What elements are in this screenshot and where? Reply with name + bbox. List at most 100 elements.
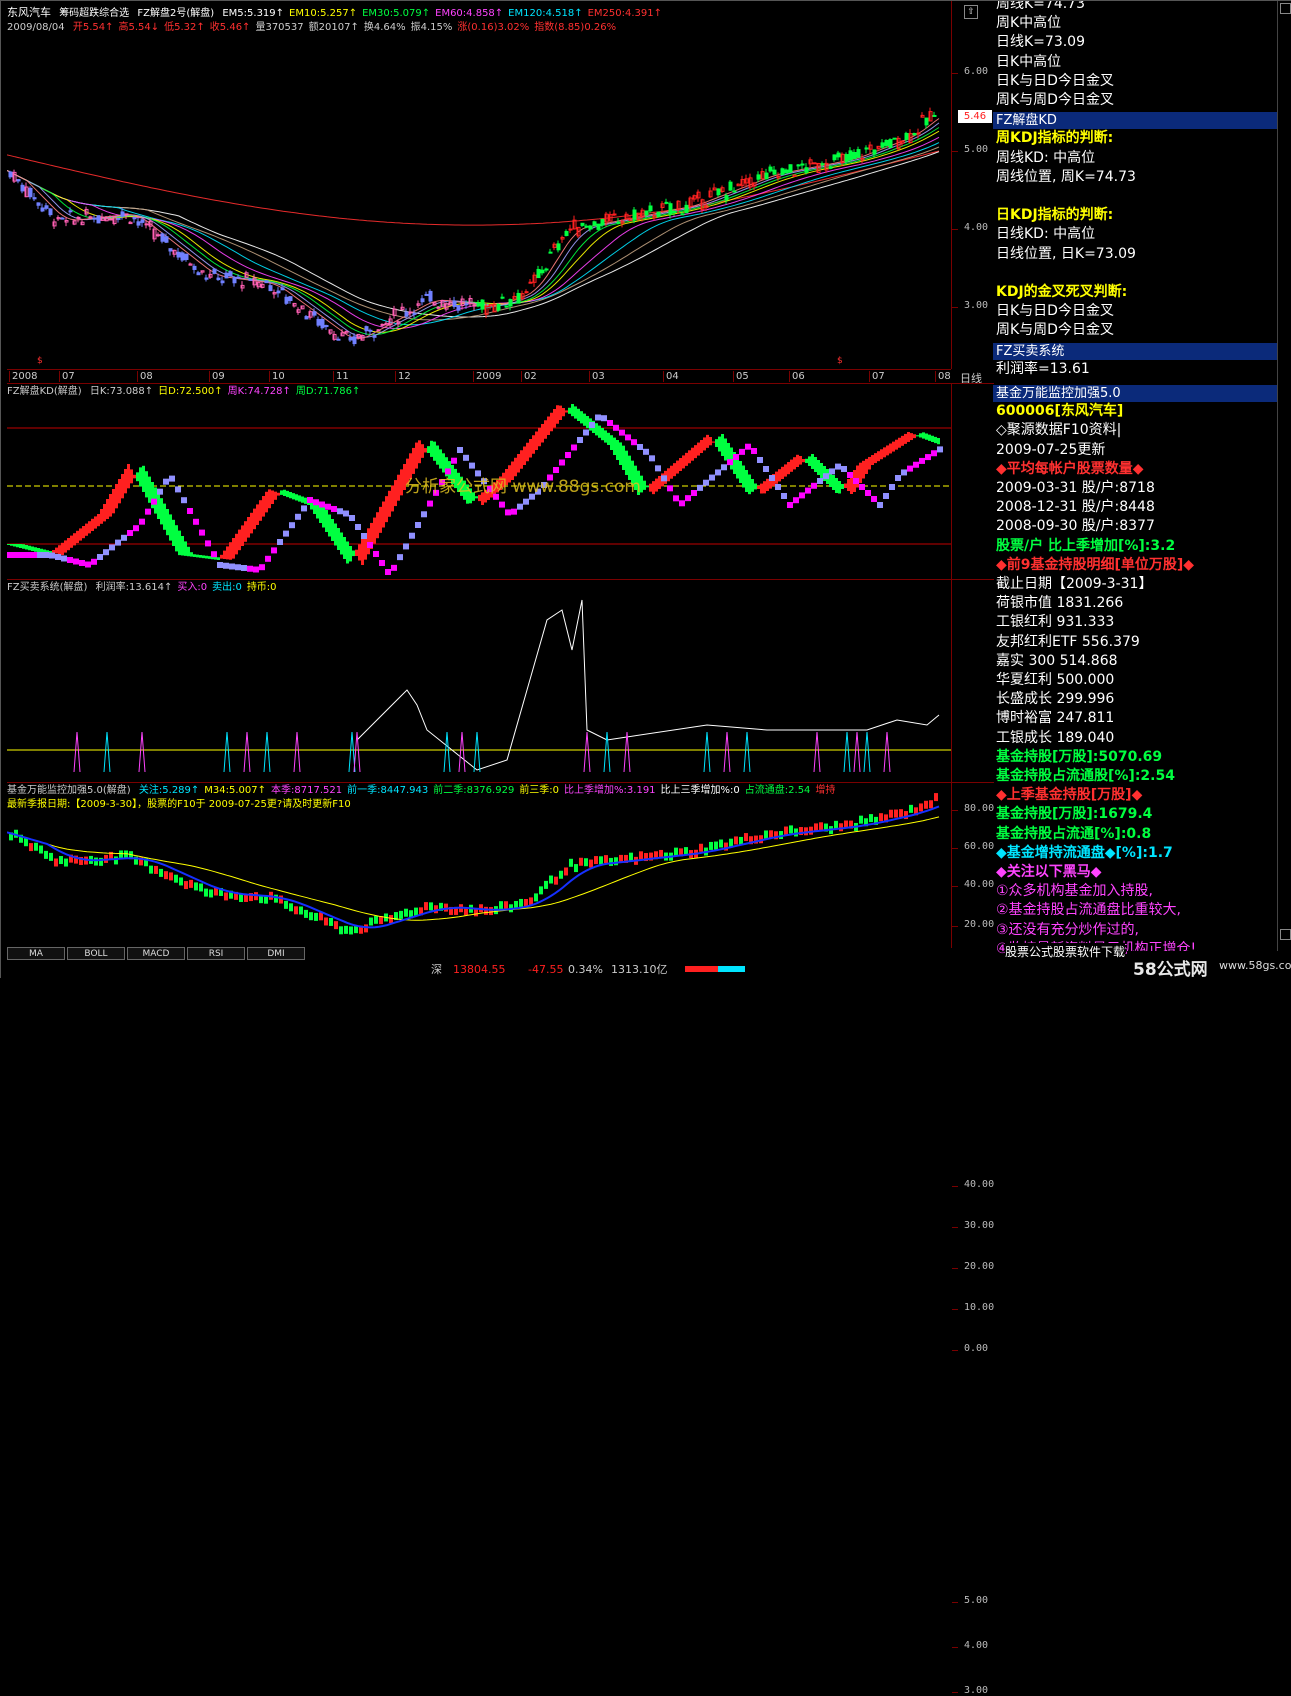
week-kd-block <box>775 484 781 490</box>
fund-candle <box>539 886 543 895</box>
fund-candle <box>309 912 313 921</box>
axis-tick <box>952 1647 958 1648</box>
section-header-trade[interactable]: FZ买卖系统 <box>993 342 1277 360</box>
candle <box>684 204 689 214</box>
kd-band <box>526 442 529 462</box>
signal-spike <box>853 731 861 773</box>
candle <box>556 243 561 251</box>
info-line: 截止日期【2009-3-31】 <box>996 576 1153 592</box>
candle <box>96 215 101 224</box>
scroll-up-icon[interactable] <box>1280 3 1291 14</box>
fund-candle <box>564 867 568 876</box>
kd-band <box>613 437 616 455</box>
kd-band <box>244 521 247 542</box>
kd-band <box>358 544 361 561</box>
week-kd-block <box>109 544 115 551</box>
info-panel[interactable]: 周线K=74.73 周K中高位 日线K=73.09 日K中高位 日K与日D今日金叉 周K与… <box>993 1 1277 961</box>
fund-candle <box>909 804 913 813</box>
kd-band <box>712 441 715 443</box>
candle <box>196 272 201 276</box>
fund-candle <box>399 910 403 919</box>
date-axis-label: 02 <box>521 371 537 382</box>
candle <box>348 337 353 341</box>
kd-band <box>814 457 817 472</box>
fund-candle <box>429 902 433 911</box>
info-line: ◇聚源数据F10资料| <box>996 422 1122 439</box>
signal-spike <box>138 731 146 773</box>
kd-band <box>787 462 790 475</box>
kd-band <box>652 481 655 495</box>
candle <box>224 272 229 279</box>
fund-candle <box>699 843 703 852</box>
fund-candle <box>594 856 598 865</box>
week-kd-block <box>769 475 775 481</box>
kd-band <box>796 454 799 467</box>
signal-spike <box>293 731 301 773</box>
index-change: -47.55 <box>528 963 564 976</box>
kd-band <box>82 526 85 539</box>
fund-candle <box>674 847 678 856</box>
candle <box>248 278 253 281</box>
week-kd-block <box>235 564 241 571</box>
week-kd-block <box>145 508 151 515</box>
tab-ma[interactable]: MA <box>7 947 65 960</box>
candle <box>168 248 173 252</box>
candle <box>836 152 841 158</box>
main-price-panel[interactable]: 东风汽车 筹码超跌综合选 FZ解盘2号(解盘) EM5:5.319↑ EM10:5… <box>7 1 951 369</box>
week-kd-block <box>271 547 277 554</box>
kd-band <box>277 492 280 496</box>
candle <box>924 117 929 126</box>
week-kd-block <box>511 508 517 515</box>
kd-panel[interactable]: FZ解盘KD(解盘) 日K:73.088↑ 日D:72.500↑ 周K:74.728… <box>7 383 951 580</box>
fund-candle <box>794 828 798 837</box>
candle <box>368 329 373 332</box>
candle <box>204 277 209 280</box>
candle <box>544 268 549 271</box>
fund-candle <box>374 915 378 924</box>
kd-band <box>568 407 571 414</box>
section-header-kd[interactable]: FZ解盘KD <box>993 112 1277 130</box>
info-line: 周K与周D今日金叉 <box>996 92 1114 108</box>
info-line: 2008-09-30 股/户:8377 <box>996 518 1155 535</box>
fund-candle <box>484 906 488 915</box>
kd-band <box>517 454 520 473</box>
fund-candle <box>609 857 613 866</box>
week-kd-block <box>223 562 229 569</box>
week-kd-block <box>559 459 565 466</box>
kd-band <box>598 425 601 438</box>
tab-macd[interactable]: MACD <box>127 947 185 960</box>
candle <box>136 221 141 226</box>
tab-rsi[interactable]: RSI <box>187 947 245 960</box>
week-kd-block <box>661 475 667 482</box>
scroll-up-icon[interactable]: ⇧ <box>964 5 978 19</box>
week-kd-block <box>625 434 631 441</box>
tab-boll[interactable]: BOLL <box>67 947 125 960</box>
kd-band <box>931 435 934 442</box>
info-line: 股票/户 比上季增加[%]:3.2 <box>996 537 1176 554</box>
candle <box>472 304 477 307</box>
date-axis-label: 11 <box>333 371 349 382</box>
fund-candle <box>574 864 578 873</box>
kd-band <box>64 540 67 553</box>
scroll-down-icon[interactable] <box>1280 929 1291 940</box>
info-line: 基金持股[万股]:5070.69 <box>996 748 1163 765</box>
section-header-fund[interactable]: 基金万能监控加强5.0 <box>993 385 1277 402</box>
kd-band <box>898 437 901 448</box>
candle <box>36 202 41 206</box>
week-kd-block <box>289 522 295 529</box>
trade-system-panel[interactable]: FZ买卖系统(解盘) 利润率:13.614↑ 买入:0 卖出:0 持币:0 <box>7 579 951 782</box>
fund-panel[interactable]: 基金万能监控加强5.0(解盘) 关注:5.289↑ M34:5.007↑ 本季:87… <box>7 782 951 948</box>
fund-candle <box>424 902 428 911</box>
fund-candle <box>114 856 118 865</box>
fund-candle <box>559 870 563 879</box>
week-kd-block <box>421 511 427 518</box>
candle <box>856 149 861 158</box>
software-download-note[interactable]: 股票公式股票软件下载 <box>1005 943 1126 960</box>
signal-marker: $ <box>837 356 843 366</box>
vertical-scrollbar[interactable] <box>1277 1 1291 951</box>
week-kd-block <box>199 529 205 536</box>
week-kd-block <box>523 498 529 505</box>
kd-band <box>685 452 688 466</box>
week-kd-block <box>739 448 745 455</box>
tab-dmi[interactable]: DMI <box>247 947 305 960</box>
